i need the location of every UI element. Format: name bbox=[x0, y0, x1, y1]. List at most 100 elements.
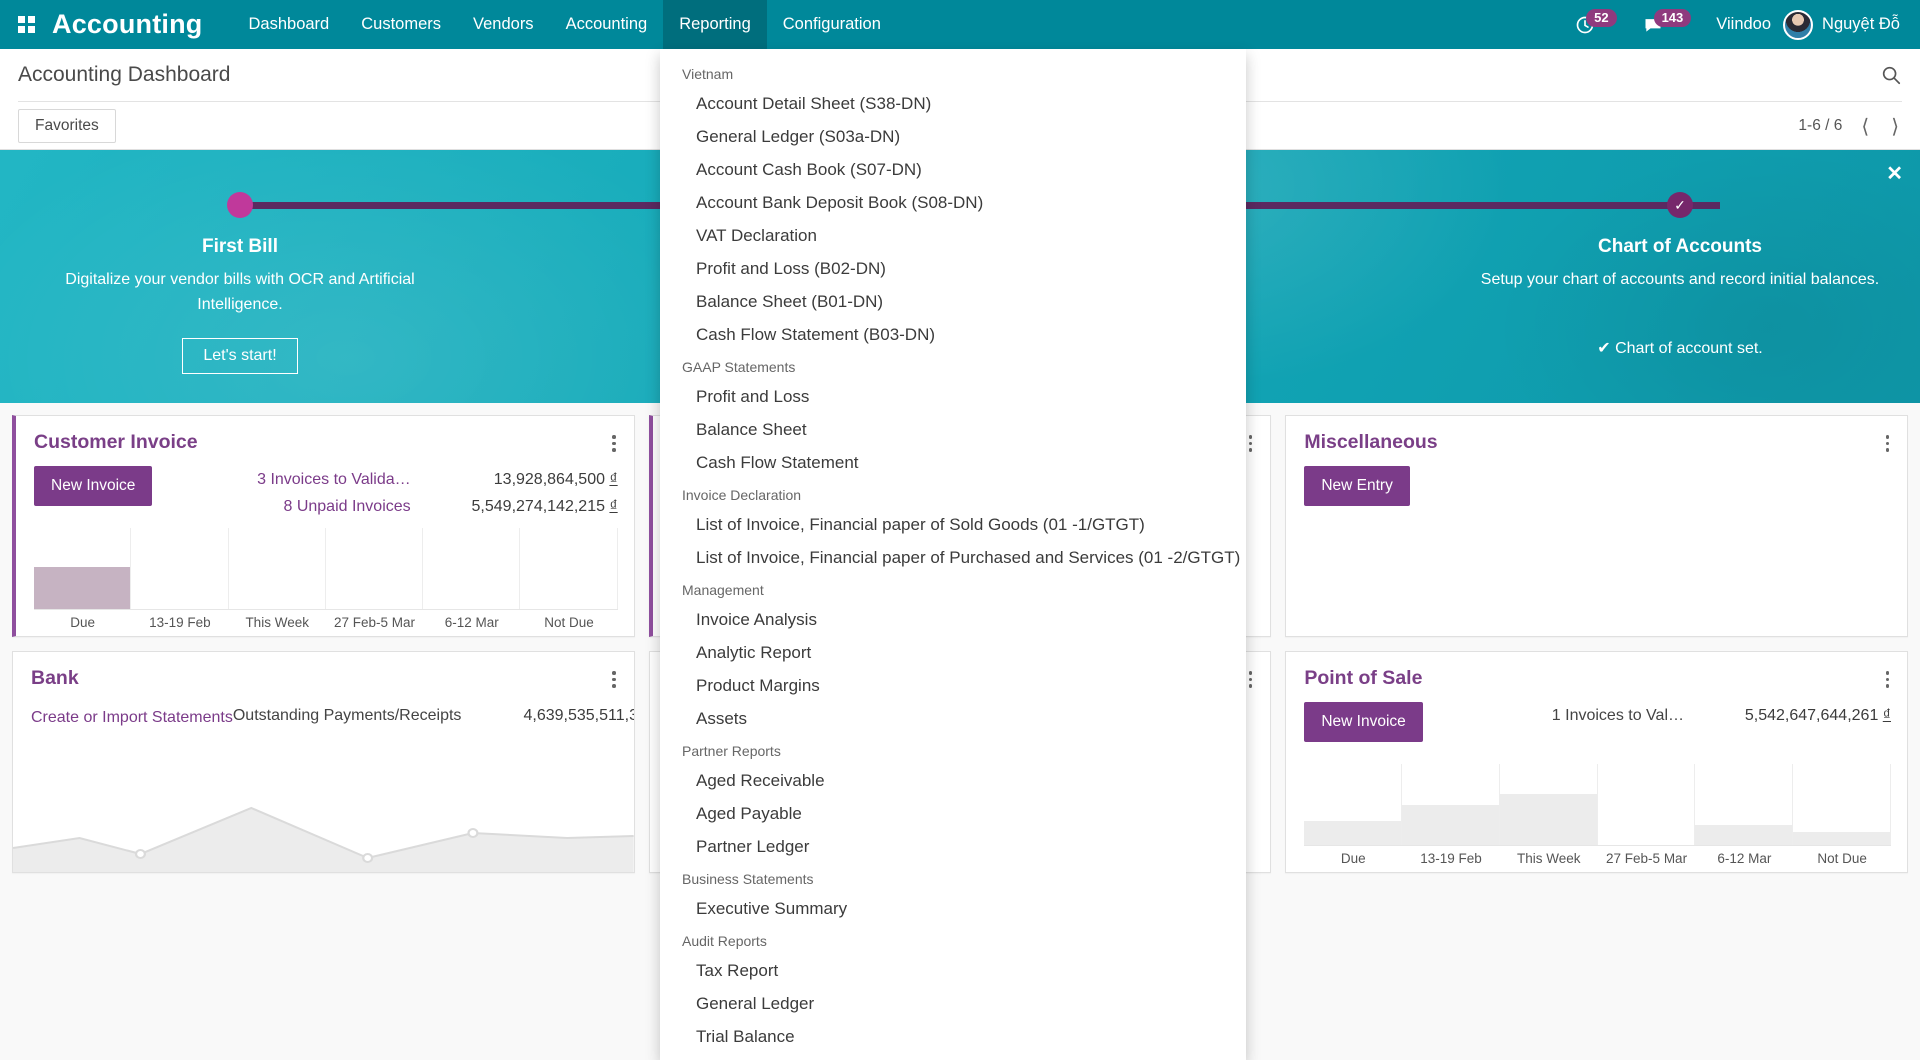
dropdown-menu-item[interactable]: Partner Ledger bbox=[660, 830, 1246, 863]
card-primary-link[interactable]: Create or Import Statements bbox=[31, 702, 233, 727]
search-icon[interactable] bbox=[1880, 64, 1902, 86]
app-brand-title[interactable]: Accounting bbox=[52, 9, 233, 40]
card-header: Miscellaneous bbox=[1286, 416, 1907, 456]
bar-column bbox=[34, 528, 130, 609]
dropdown-menu-item[interactable]: Cash Flow Statement (B03-DN) bbox=[660, 318, 1246, 351]
figure-value: 4,639,535,511,321 ₫ bbox=[483, 702, 634, 729]
favorites-button[interactable]: Favorites bbox=[18, 109, 116, 143]
card-body: New Invoice 1 Invoices to Val…5,542,647,6… bbox=[1286, 692, 1907, 742]
dropdown-menu-item[interactable]: Aged Receivable bbox=[660, 764, 1246, 797]
step-start-button[interactable]: Let's start! bbox=[182, 338, 297, 374]
onboarding-step[interactable]: First BillDigitalize your vendor bills w… bbox=[0, 150, 480, 403]
apps-menu-button[interactable] bbox=[0, 0, 52, 49]
dropdown-menu-item[interactable]: Account Bank Deposit Book (S08-DN) bbox=[660, 186, 1246, 219]
bar-column bbox=[130, 528, 227, 609]
card-options-menu-icon[interactable] bbox=[1247, 667, 1255, 692]
card-options-menu-icon[interactable] bbox=[610, 431, 618, 456]
messages-button[interactable]: 143 bbox=[1630, 15, 1705, 35]
card-options-menu-icon[interactable] bbox=[1247, 431, 1255, 456]
bar bbox=[1402, 805, 1499, 846]
dashboard-card: Point of SaleNew Invoice1 Invoices to Va… bbox=[1285, 651, 1908, 873]
menu-item-customers[interactable]: Customers bbox=[345, 0, 457, 49]
dropdown-menu-item[interactable]: Consolidated Journals bbox=[660, 1053, 1246, 1060]
avatar bbox=[1783, 10, 1813, 40]
dashboard-card: Customer InvoiceNew Invoice3 Invoices to… bbox=[12, 415, 635, 637]
figure-amount: 13,928,864,500 bbox=[494, 471, 610, 488]
dropdown-menu-item[interactable]: General Ledger bbox=[660, 987, 1246, 1020]
dashboard-card: Miscellaneous New Entry bbox=[1285, 415, 1908, 637]
card-primary-button[interactable]: New Entry bbox=[1304, 466, 1410, 506]
dropdown-menu-item[interactable]: Tax Report bbox=[660, 954, 1246, 987]
chart-axis-labels: Due13-19 FebThis Week27 Feb-5 Mar6-12 Ma… bbox=[34, 610, 618, 636]
card-primary-button[interactable]: New Invoice bbox=[1304, 702, 1422, 742]
figure-row: Outstanding Payments/Receipts4,639,535,5… bbox=[233, 702, 635, 729]
dropdown-menu-item[interactable]: Profit and Loss bbox=[660, 380, 1246, 413]
dropdown-group-label: GAAP Statements bbox=[660, 351, 1246, 380]
card-options-menu-icon[interactable] bbox=[610, 667, 618, 692]
menu-item-accounting[interactable]: Accounting bbox=[550, 0, 664, 49]
menu-item-reporting[interactable]: Reporting bbox=[663, 0, 767, 49]
step-dot-done: ✓ bbox=[1667, 192, 1693, 218]
bar-column bbox=[519, 528, 617, 609]
close-icon[interactable]: ✕ bbox=[1886, 161, 1903, 186]
database-name[interactable]: Viindoo bbox=[1704, 15, 1783, 34]
user-menu-button[interactable]: Nguyệt Đỗ bbox=[1783, 10, 1906, 40]
dropdown-menu-item[interactable]: Product Margins bbox=[660, 669, 1246, 702]
axis-label: 27 Feb-5 Mar bbox=[326, 610, 423, 636]
dropdown-menu-item[interactable]: Trial Balance bbox=[660, 1020, 1246, 1053]
figure-row: 3 Invoices to Valida…13,928,864,500 ₫ bbox=[257, 466, 618, 493]
dropdown-group-label: Invoice Declaration bbox=[660, 479, 1246, 508]
menu-item-configuration[interactable]: Configuration bbox=[767, 0, 897, 49]
onboarding-step[interactable]: ✓Chart of AccountsSetup your chart of ac… bbox=[1440, 150, 1920, 403]
card-options-menu-icon[interactable] bbox=[1884, 667, 1892, 692]
dropdown-menu-item[interactable]: VAT Declaration bbox=[660, 219, 1246, 252]
dropdown-menu-item[interactable]: General Ledger (S03a-DN) bbox=[660, 120, 1246, 153]
dropdown-menu-item[interactable]: Balance Sheet bbox=[660, 413, 1246, 446]
dropdown-menu-item[interactable]: Account Cash Book (S07-DN) bbox=[660, 153, 1246, 186]
figure-value: 5,542,647,644,261 ₫ bbox=[1706, 702, 1891, 729]
figure-row: 8 Unpaid Invoices5,549,274,142,215 ₫ bbox=[257, 493, 618, 520]
step-done-text: ✔ Chart of account set. bbox=[1597, 338, 1762, 358]
dropdown-menu-item[interactable]: Balance Sheet (B01-DN) bbox=[660, 285, 1246, 318]
step-title: First Bill bbox=[0, 236, 480, 258]
apps-grid-icon bbox=[18, 16, 35, 33]
axis-label: 6-12 Mar bbox=[1695, 846, 1793, 872]
dropdown-menu-item[interactable]: Assets bbox=[660, 702, 1246, 735]
figure-row: 1 Invoices to Val…5,542,647,644,261 ₫ bbox=[1552, 702, 1891, 729]
card-options-menu-icon[interactable] bbox=[1884, 431, 1892, 456]
chevron-left-icon[interactable]: ⟨ bbox=[1858, 114, 1872, 139]
menu-item-vendors[interactable]: Vendors bbox=[457, 0, 550, 49]
dropdown-menu-item[interactable]: Account Detail Sheet (S38-DN) bbox=[660, 87, 1246, 120]
messages-count-badge: 143 bbox=[1654, 9, 1692, 27]
step-description: Setup your chart of accounts and record … bbox=[1440, 267, 1920, 292]
card-bar-chart bbox=[1304, 764, 1891, 846]
dropdown-menu-item[interactable]: List of Invoice, Financial paper of Sold… bbox=[660, 508, 1246, 541]
chevron-right-icon[interactable]: ⟩ bbox=[1888, 114, 1902, 139]
dropdown-menu-item[interactable]: List of Invoice, Financial paper of Purc… bbox=[660, 541, 1246, 574]
dropdown-menu-item[interactable]: Executive Summary bbox=[660, 892, 1246, 925]
dropdown-group-label: Business Statements bbox=[660, 863, 1246, 892]
bar-column bbox=[228, 528, 325, 609]
dropdown-menu-item[interactable]: Aged Payable bbox=[660, 797, 1246, 830]
dropdown-group-label: Audit Reports bbox=[660, 925, 1246, 954]
bar bbox=[1793, 832, 1890, 845]
card-area-chart bbox=[13, 776, 634, 872]
dropdown-menu-item[interactable]: Cash Flow Statement bbox=[660, 446, 1246, 479]
card-primary-button[interactable]: New Invoice bbox=[34, 466, 152, 506]
axis-label: 13-19 Feb bbox=[131, 610, 228, 636]
activities-button[interactable]: 52 bbox=[1562, 15, 1629, 35]
menu-item-dashboard[interactable]: Dashboard bbox=[233, 0, 346, 49]
dropdown-menu-item[interactable]: Profit and Loss (B02-DN) bbox=[660, 252, 1246, 285]
dropdown-menu-item[interactable]: Invoice Analysis bbox=[660, 603, 1246, 636]
card-title: Miscellaneous bbox=[1304, 431, 1437, 454]
chart-area bbox=[16, 528, 634, 610]
figure-amount: 4,639,535,511,321 bbox=[523, 707, 634, 724]
bar bbox=[1695, 825, 1792, 845]
currency-symbol: ₫ bbox=[609, 498, 617, 515]
dropdown-menu-item[interactable]: Analytic Report bbox=[660, 636, 1246, 669]
figure-label[interactable]: 3 Invoices to Valida… bbox=[257, 466, 411, 493]
card-title: Bank bbox=[31, 667, 79, 690]
figure-label[interactable]: 8 Unpaid Invoices bbox=[283, 493, 410, 520]
axis-label: This Week bbox=[229, 610, 326, 636]
dropdown-group-label: Management bbox=[660, 574, 1246, 603]
